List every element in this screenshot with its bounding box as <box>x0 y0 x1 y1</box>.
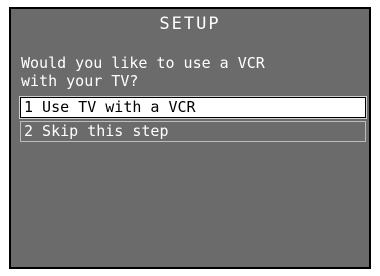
prompt-line-1: Would you like to use a VCR <box>21 54 265 72</box>
prompt-line-2: with your TV? <box>21 72 139 90</box>
option-skip-step[interactable]: 2 Skip this step <box>20 121 366 142</box>
setup-screen: SETUP Would you like to use a VCR with y… <box>9 7 371 269</box>
option-label: 1 Use TV with a VCR <box>24 98 196 116</box>
option-use-tv-with-vcr[interactable]: 1 Use TV with a VCR <box>19 96 367 119</box>
setup-prompt: Would you like to use a VCR with your TV… <box>21 54 361 90</box>
screen-title: SETUP <box>159 14 221 34</box>
option-label: 2 Skip this step <box>24 122 169 140</box>
